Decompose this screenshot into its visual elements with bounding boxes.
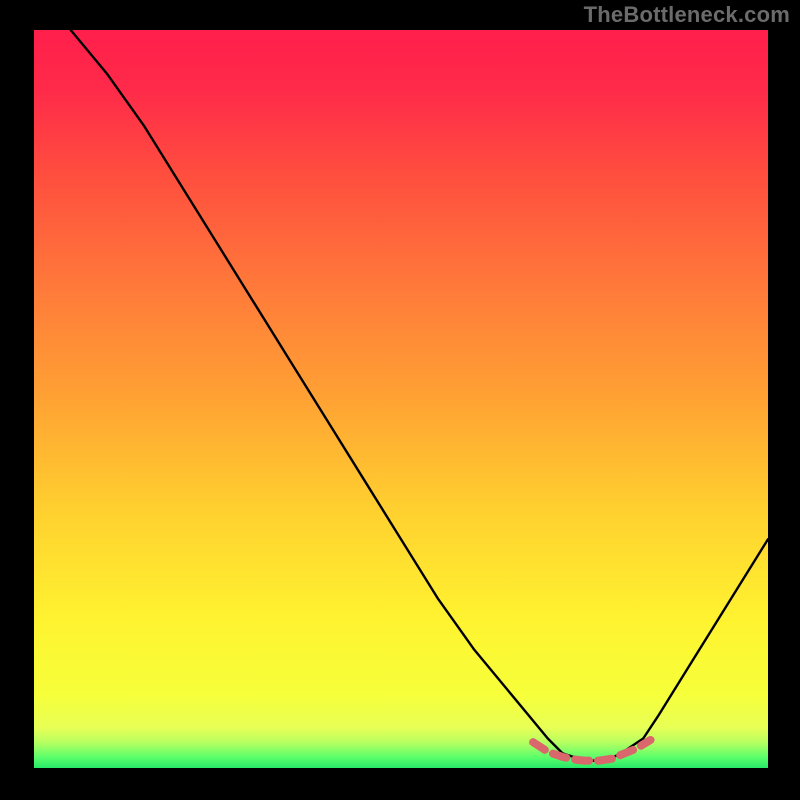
plot-area xyxy=(34,30,768,768)
gradient-background xyxy=(34,30,768,768)
watermark-text: TheBottleneck.com xyxy=(584,2,790,28)
bottleneck-chart xyxy=(34,30,768,768)
chart-frame: TheBottleneck.com xyxy=(0,0,800,800)
